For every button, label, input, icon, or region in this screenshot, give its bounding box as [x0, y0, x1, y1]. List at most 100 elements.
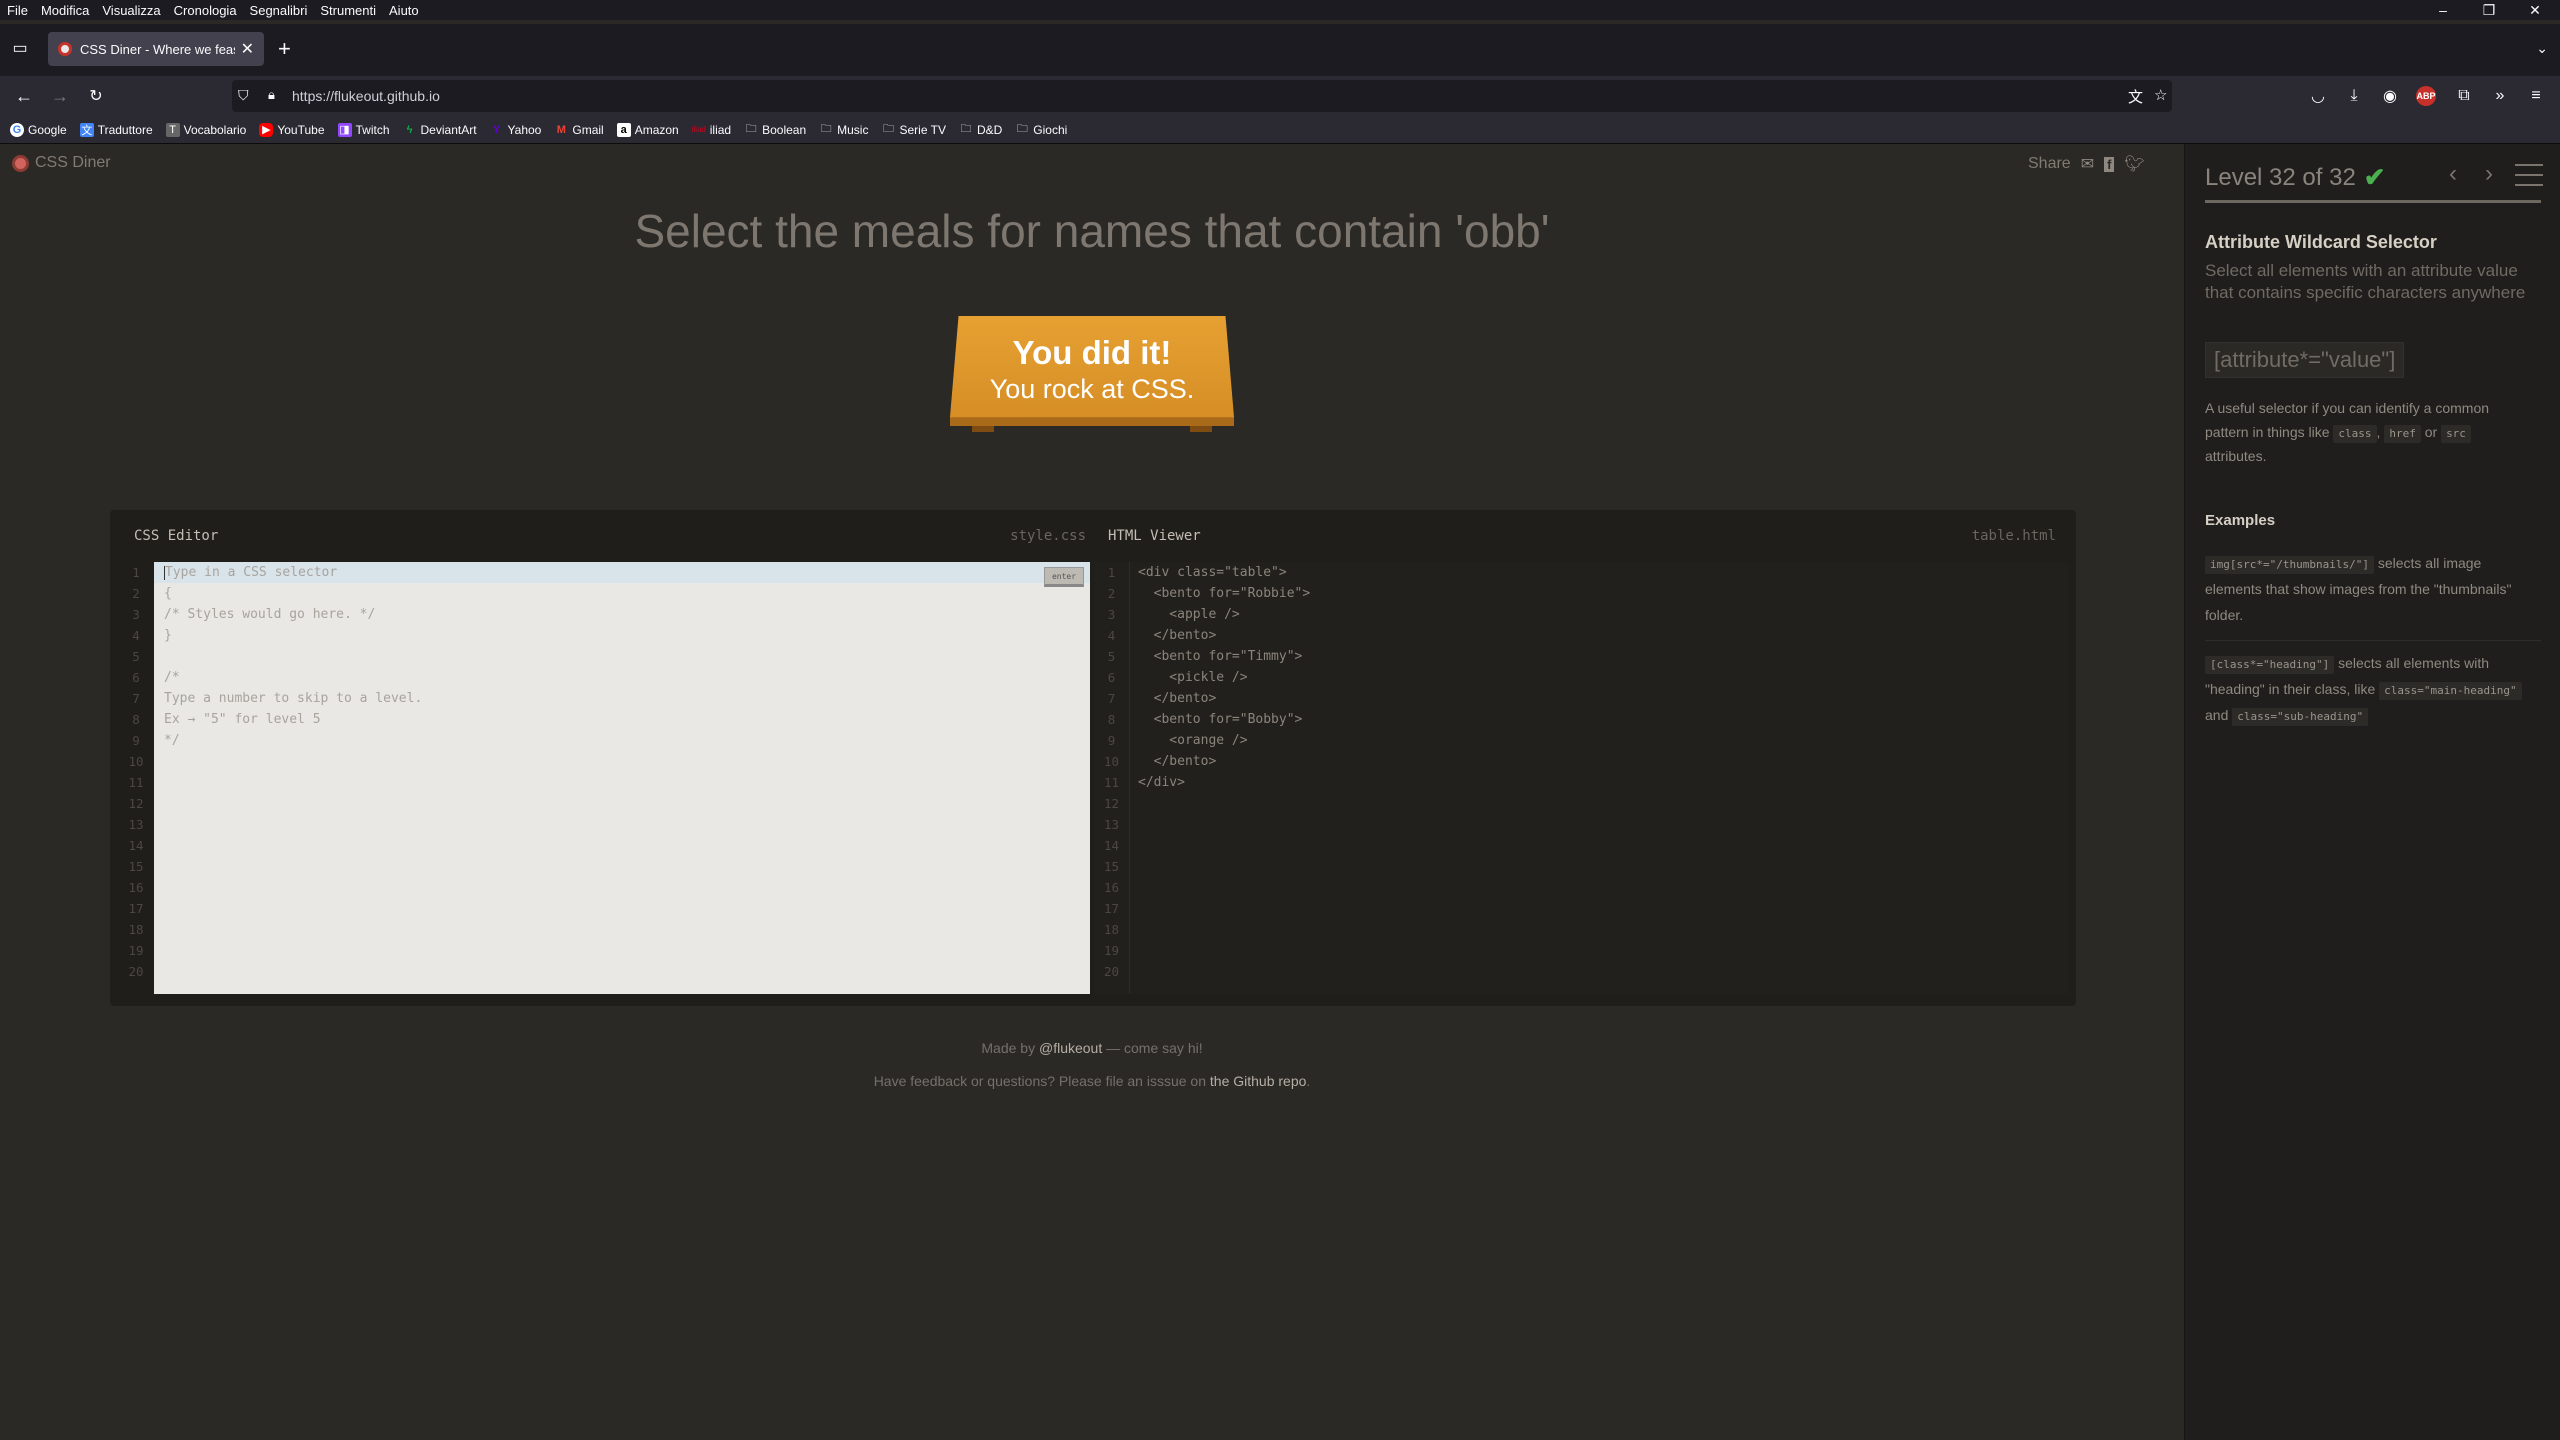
yahoo-icon: Y [492, 123, 501, 136]
bookmark-yahoo[interactable]: Y Yahoo [490, 123, 541, 137]
bookmark-label: Boolean [762, 122, 807, 137]
github-repo-link[interactable]: the Github repo [1210, 1073, 1307, 1089]
hamburger-menu-icon[interactable]: ≡ [2524, 84, 2548, 108]
example-code: class="main-heading" [2379, 682, 2522, 700]
markup-line-bento[interactable]: <bento for="Robbie"> [1138, 583, 1311, 604]
bookmark-folder-music[interactable]: 🗀︎ Music [819, 123, 869, 137]
bookmark-youtube[interactable]: ▶ YouTube [259, 122, 325, 137]
example-divider [2205, 640, 2541, 641]
css-input-placeholder[interactable]: Type in a CSS selector [165, 565, 337, 580]
tab-css-diner[interactable]: CSS Diner - Where we feast on CSS ✕ [48, 32, 264, 66]
close-window-button[interactable]: ✕ [2512, 0, 2558, 20]
bookmark-label: Giochi [1033, 122, 1068, 137]
enter-button[interactable]: enter [1044, 567, 1084, 587]
winner-plate: You did it! You rock at CSS. [950, 316, 1234, 436]
example-2: [class*="heading"] selects all elements … [2205, 650, 2535, 728]
markup-line-orange[interactable]: <orange /> [1138, 730, 1310, 751]
css-code[interactable]: Type in a CSS selector { /* Styles would… [164, 562, 422, 751]
menu-modifica[interactable]: Modifica [34, 3, 95, 18]
menu-file[interactable]: File [0, 3, 34, 18]
url-bar[interactable]: ⛉ 🔒︎ https://flukeout.github.io 文 ☆ [232, 80, 2172, 112]
css-editor[interactable]: 1 2 3 4 5 6 7 8 9 10 11 12 13 14 15 16 17 18 19 20 Type in … [118, 562, 1090, 994]
twitter-icon[interactable]: 🐦︎ [2124, 154, 2144, 174]
bookmark-vocabolario[interactable]: T Vocabolario [165, 122, 247, 137]
account-icon[interactable]: ◉ [2378, 84, 2402, 108]
close-tab-icon[interactable]: ✕ [241, 39, 254, 59]
email-icon[interactable]: ✉ [2081, 154, 2094, 174]
markup-line-pickle[interactable]: <pickle /> [1138, 667, 1310, 688]
bookmark-iliad[interactable]: iliad iliad [692, 123, 731, 137]
css-diner-logo[interactable]: CSS Diner [12, 154, 111, 172]
forward-icon[interactable]: → [48, 84, 72, 108]
maximize-button[interactable]: ❐ [2466, 0, 2512, 20]
bookmark-amazon[interactable]: a Amazon [616, 122, 679, 137]
url-text[interactable]: https://flukeout.github.io [292, 88, 440, 104]
logo-text: CSS Diner [35, 154, 111, 171]
code-line: /* [164, 670, 180, 685]
extensions-icon[interactable]: ⧉ [2452, 84, 2476, 108]
menu-cronologia[interactable]: Cronologia [167, 3, 243, 18]
markup-line-table[interactable]: <div class="table"> [1138, 562, 1310, 583]
facebook-icon[interactable]: f [2104, 156, 2115, 172]
selector-name: Attribute Wildcard Selector [2205, 232, 2437, 252]
overflow-menu-icon[interactable]: » [2488, 84, 2512, 108]
level-sidebar: Level 32 of 32 ✔ ‹ › Attribute Wildcard … [2184, 144, 2560, 1440]
level-menu-icon[interactable] [2515, 164, 2543, 186]
book-icon: T [165, 122, 180, 137]
twitch-icon: ◨ [337, 122, 352, 137]
bookmark-folder-boolean[interactable]: 🗀︎ Boolean [744, 122, 807, 137]
bookmark-google[interactable]: G Google [10, 122, 67, 137]
bookmark-deviantart[interactable]: ϟ DeviantArt [403, 123, 477, 137]
shield-icon[interactable]: ⛉ [238, 87, 254, 105]
pocket-icon[interactable]: ◡ [2306, 84, 2330, 108]
next-level-icon[interactable]: › [2485, 160, 2493, 188]
html-code: <div class="table"> <bento for="Robbie">… [1138, 562, 1310, 793]
lock-icon[interactable]: 🔒︎ [268, 87, 275, 103]
level-header: Level 32 of 32 ✔ [2205, 162, 2386, 193]
markup-line-bento-close[interactable]: </bento> [1138, 625, 1310, 646]
markup-line-bento[interactable]: <bento for="Bobby"> [1138, 709, 1310, 730]
code-line: */ [164, 733, 180, 748]
editor-window: CSS Editor style.css HTML Viewer table.h… [110, 510, 2076, 1006]
bookmark-twitch[interactable]: ◨ Twitch [337, 122, 390, 137]
adblock-plus-icon[interactable]: ABP [2416, 86, 2436, 106]
menu-segnalibri[interactable]: Segnalibri [243, 3, 314, 18]
minimize-button[interactable]: – [2420, 0, 2466, 20]
iliad-icon: iliad [691, 125, 706, 134]
bookmark-star-icon[interactable]: ☆ [2154, 86, 2167, 104]
level-progress-fill [2205, 200, 2541, 203]
hint-code: href [2384, 425, 2421, 443]
new-tab-button[interactable]: + [278, 38, 291, 60]
back-icon[interactable]: ← [12, 84, 36, 108]
period-text: . [1306, 1073, 1311, 1089]
logo-plate-icon [12, 154, 29, 172]
menu-strumenti[interactable]: Strumenti [313, 3, 382, 18]
bookmark-traduttore[interactable]: 文 Traduttore [79, 122, 153, 137]
css-diner-favicon-icon [58, 42, 72, 56]
menu-aiuto[interactable]: Aiuto [382, 3, 425, 18]
menu-visualizza[interactable]: Visualizza [95, 3, 166, 18]
tab-list-icon[interactable]: ▭ [8, 36, 32, 60]
translate-icon[interactable]: 文 [2128, 86, 2143, 107]
previous-level-icon[interactable]: ‹ [2449, 160, 2457, 188]
bookmark-label: Vocabolario [183, 122, 247, 137]
css-input-line[interactable]: Type in a CSS selector [164, 562, 422, 583]
reload-icon[interactable]: ↻ [84, 84, 108, 108]
list-all-tabs-icon[interactable]: ⌄ [2536, 40, 2548, 57]
say-hi-text: — come say hi! [1106, 1040, 1203, 1056]
folder-icon: 🗀︎ [960, 123, 972, 135]
markup-line-bento[interactable]: <bento for="Timmy"> [1138, 646, 1310, 667]
bookmark-folder-serie-tv[interactable]: 🗀︎ Serie TV [881, 123, 946, 137]
markup-line-table-close[interactable]: </div> [1138, 772, 1310, 793]
bookmark-gmail[interactable]: M Gmail [554, 123, 604, 137]
folder-icon: 🗀︎ [820, 123, 832, 135]
game-area: CSS Diner Share ✉ f 🐦︎ Select the meals … [0, 144, 2184, 1440]
markup-line-bento-close[interactable]: </bento> [1138, 751, 1310, 772]
flukeout-link[interactable]: @flukeout [1039, 1040, 1102, 1056]
markup-line-apple[interactable]: <apple /> [1138, 604, 1310, 625]
bookmark-folder-giochi[interactable]: 🗀︎ Giochi [1015, 122, 1068, 137]
example-code: class="sub-heading" [2232, 708, 2369, 726]
markup-line-bento-close[interactable]: </bento> [1138, 688, 1310, 709]
downloads-icon[interactable]: ⤓ [2342, 84, 2366, 108]
bookmark-folder-dnd[interactable]: 🗀︎ D&D [959, 123, 1002, 137]
